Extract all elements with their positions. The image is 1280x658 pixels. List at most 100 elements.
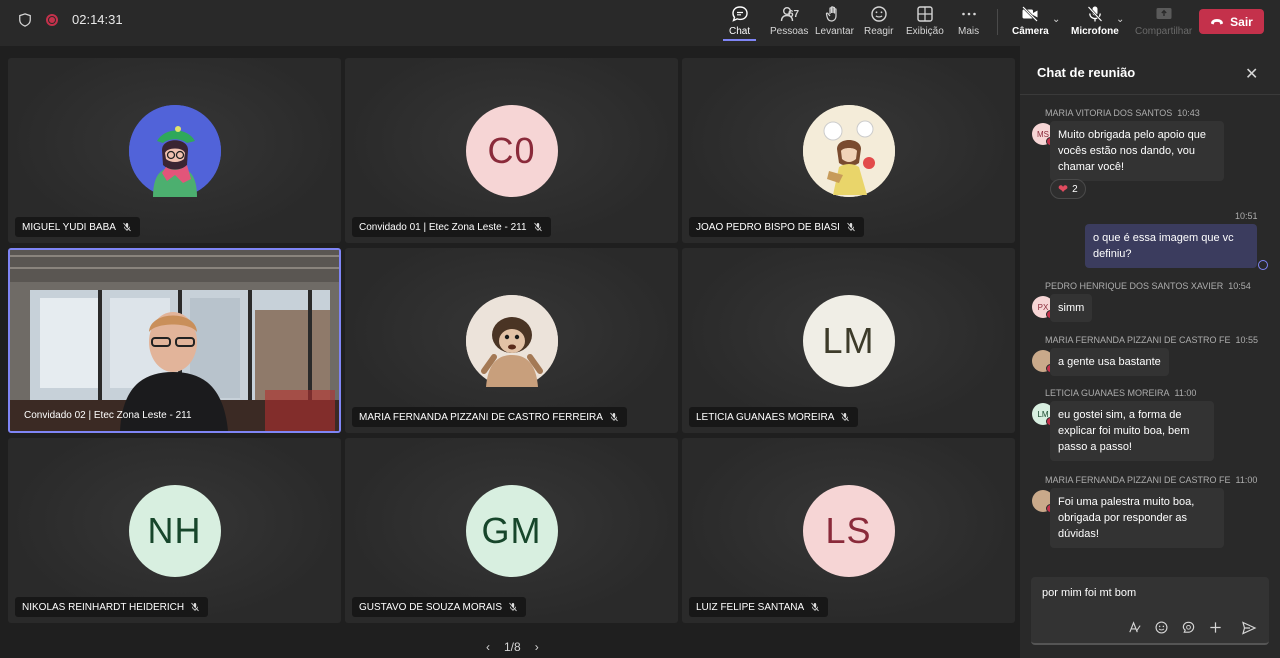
message-meta: LETICIA GUANAES MOREIRA 11:00 bbox=[1045, 388, 1275, 398]
mic-muted-icon bbox=[509, 602, 517, 612]
sticker-icon[interactable] bbox=[1181, 620, 1196, 635]
mic-off-icon bbox=[1087, 6, 1103, 22]
video-grid: MIGUEL YUDI BABA C0 Convidado 01 | Etec … bbox=[8, 58, 1015, 624]
share-label: Compartilhar bbox=[1135, 26, 1193, 37]
hand-icon bbox=[826, 6, 838, 22]
react-label: Reagir bbox=[864, 26, 894, 37]
message-time: 10:43 bbox=[1177, 108, 1200, 118]
emoji-icon[interactable] bbox=[1154, 620, 1169, 635]
participant-name: GUSTAVO DE SOUZA MORAIS bbox=[359, 601, 502, 613]
participant-tile[interactable]: GM GUSTAVO DE SOUZA MORAIS bbox=[345, 438, 678, 623]
compose-toolbar bbox=[1127, 620, 1223, 635]
participant-video-tile[interactable]: Convidado 02 | Etec Zona Leste - 211 bbox=[8, 248, 341, 433]
participant-initials-avatar: LS bbox=[802, 485, 895, 577]
cartoon-avatar-image bbox=[128, 105, 221, 197]
message-meta: MARIA FERNANDA PIZZANI DE CASTRO FE 11:00 bbox=[1045, 475, 1275, 485]
leave-button[interactable]: Sair bbox=[1199, 9, 1264, 34]
meeting-chat-panel: Chat de reunião ✕ MARIA VITORIA DOS SANT… bbox=[1020, 46, 1280, 658]
message-time: 11:00 bbox=[1174, 388, 1197, 398]
camera-button[interactable]: Câmera bbox=[1012, 4, 1049, 37]
message-time: 11:00 bbox=[1235, 475, 1258, 485]
participant-tile[interactable]: MIGUEL YUDI BABA bbox=[8, 58, 341, 243]
participant-initials-avatar: GM bbox=[465, 485, 558, 577]
seen-icon bbox=[1258, 260, 1268, 270]
participant-tile[interactable]: LM LETICIA GUANAES MOREIRA bbox=[682, 248, 1015, 433]
participant-tile[interactable]: JOAO PEDRO BISPO DE BIASI bbox=[682, 58, 1015, 243]
participant-name-tag: Convidado 01 | Etec Zona Leste - 211 bbox=[352, 217, 551, 237]
chat-message[interactable]: Muito obrigada pelo apoio que vocês estã… bbox=[1050, 121, 1224, 181]
microphone-button[interactable]: Microfone bbox=[1071, 4, 1119, 37]
close-chat-icon[interactable]: ✕ bbox=[1245, 64, 1258, 84]
view-label: Exibição bbox=[906, 26, 944, 37]
message-author: MARIA FERNANDA PIZZANI DE CASTRO FE bbox=[1045, 335, 1231, 345]
raise-hand-button[interactable]: Levantar bbox=[815, 4, 854, 37]
grid-view-icon bbox=[917, 6, 933, 22]
message-time: 10:54 bbox=[1228, 281, 1251, 291]
chat-message[interactable]: eu gostei sim, a forma de explicar foi m… bbox=[1050, 401, 1214, 461]
next-page-chevron-icon[interactable]: › bbox=[535, 640, 539, 654]
message-compose-box[interactable]: por mim foi mt bom bbox=[1031, 577, 1269, 645]
message-author: MARIA VITORIA DOS SANTOS bbox=[1045, 108, 1173, 118]
participant-avatar bbox=[802, 105, 895, 197]
camera-off-icon bbox=[1022, 6, 1039, 22]
format-icon[interactable] bbox=[1127, 620, 1142, 635]
message-author: PEDRO HENRIQUE DOS SANTOS XAVIER bbox=[1045, 281, 1224, 291]
mic-muted-icon bbox=[123, 222, 131, 232]
send-icon[interactable] bbox=[1241, 620, 1257, 636]
camera-label: Câmera bbox=[1012, 26, 1049, 37]
people-count: 67 bbox=[788, 9, 800, 20]
previous-page-chevron-icon[interactable]: ‹ bbox=[486, 640, 490, 654]
heart-icon: ❤ bbox=[1058, 182, 1069, 196]
message-author: LETICIA GUANAES MOREIRA bbox=[1045, 388, 1170, 398]
monkey-avatar-image bbox=[465, 295, 558, 387]
shield-icon bbox=[19, 12, 31, 27]
participant-tile[interactable]: C0 Convidado 01 | Etec Zona Leste - 211 bbox=[345, 58, 678, 243]
heart-reaction[interactable]: ❤ 2 bbox=[1050, 179, 1086, 199]
participant-name-tag: MIGUEL YUDI BABA bbox=[15, 217, 140, 237]
participant-avatar bbox=[128, 105, 221, 197]
participant-avatar bbox=[465, 295, 558, 387]
participant-initials-avatar: C0 bbox=[465, 105, 558, 197]
raise-hand-label: Levantar bbox=[815, 26, 854, 37]
participant-video-feed bbox=[10, 250, 339, 431]
message-meta: PEDRO HENRIQUE DOS SANTOS XAVIER 10:54 bbox=[1045, 281, 1275, 291]
phone-hangup-icon bbox=[1211, 18, 1224, 24]
message-meta: MARIA VITORIA DOS SANTOS 10:43 bbox=[1045, 108, 1275, 118]
participant-tile[interactable]: MARIA FERNANDA PIZZANI DE CASTRO FERREIR… bbox=[345, 248, 678, 433]
participant-name: MIGUEL YUDI BABA bbox=[22, 221, 116, 233]
participant-tile[interactable]: NH NIKOLAS REINHARDT HEIDERICH bbox=[8, 438, 341, 623]
chat-button[interactable]: Chat bbox=[722, 4, 757, 41]
participant-name: NIKOLAS REINHARDT HEIDERICH bbox=[22, 601, 185, 613]
chat-icon bbox=[731, 6, 748, 22]
recording-icon bbox=[46, 13, 58, 26]
share-button[interactable]: Compartilhar bbox=[1135, 4, 1192, 37]
add-icon[interactable] bbox=[1208, 620, 1223, 635]
message-meta: MARIA FERNANDA PIZZANI DE CASTRO FE 10:55 bbox=[1045, 335, 1275, 345]
share-icon bbox=[1156, 8, 1172, 19]
mic-muted-icon bbox=[811, 602, 820, 612]
participant-name: Convidado 01 | Etec Zona Leste - 211 bbox=[359, 221, 527, 233]
microphone-options-chevron-icon[interactable]: ⌄ bbox=[1116, 14, 1124, 25]
participant-tile[interactable]: LS LUIZ FELIPE SANTANA bbox=[682, 438, 1015, 623]
meeting-toolbar: 02:14:31 Chat 67 Pessoas Levantar Reagir… bbox=[0, 0, 1280, 46]
camera-options-chevron-icon[interactable]: ⌄ bbox=[1052, 14, 1060, 25]
participant-name: LUIZ FELIPE SANTANA bbox=[696, 601, 805, 613]
chat-message[interactable]: simm bbox=[1050, 294, 1093, 322]
leave-label: Sair bbox=[1230, 14, 1253, 29]
message-author: MARIA FERNANDA PIZZANI DE CASTRO FE bbox=[1045, 475, 1231, 485]
view-button[interactable]: Exibição bbox=[906, 4, 944, 37]
react-button[interactable]: Reagir bbox=[864, 4, 893, 37]
mic-muted-icon bbox=[191, 602, 199, 612]
people-button-label: Pessoas bbox=[770, 26, 809, 37]
chat-message[interactable]: a gente usa bastante bbox=[1050, 348, 1169, 376]
participant-name-tag: LETICIA GUANAES MOREIRA bbox=[689, 407, 859, 427]
compose-input[interactable]: por mim foi mt bom bbox=[1042, 587, 1136, 599]
more-button[interactable]: Mais bbox=[958, 4, 979, 37]
people-button[interactable]: 67 Pessoas bbox=[770, 4, 808, 37]
chat-message[interactable]: Foi uma palestra muito boa, obrigada por… bbox=[1050, 488, 1224, 548]
page-indicator: 1/8 bbox=[504, 640, 521, 654]
participant-name-tag: GUSTAVO DE SOUZA MORAIS bbox=[352, 597, 526, 617]
more-icon bbox=[961, 12, 976, 16]
participant-name-tag: NIKOLAS REINHARDT HEIDERICH bbox=[15, 597, 209, 617]
chat-message-own[interactable]: o que é essa imagem que vc definiu? bbox=[1085, 224, 1257, 268]
